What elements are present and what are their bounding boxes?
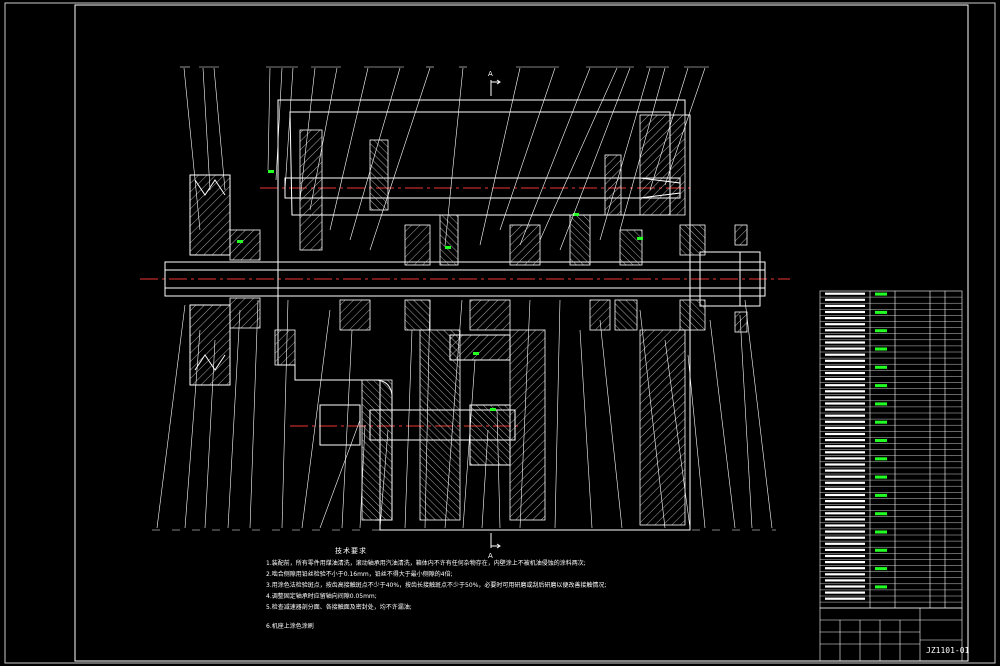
technical-requirements-title: 技术要求	[335, 547, 367, 555]
bom-name-mark	[825, 481, 865, 484]
bom-name-mark	[825, 445, 865, 448]
bom-name-mark	[825, 451, 865, 454]
bom-highlight-mark	[875, 475, 887, 479]
bom-name-mark	[825, 378, 865, 381]
bom-name-mark	[825, 487, 865, 490]
bom-highlight-mark	[875, 292, 887, 296]
bom-name-mark	[825, 335, 865, 338]
bom-name-mark	[825, 359, 865, 362]
bom-name-mark	[825, 463, 865, 466]
bom-name-mark	[825, 298, 865, 301]
bom-highlight-mark	[875, 585, 887, 589]
bom-highlight-mark	[875, 512, 887, 516]
bom-name-mark	[825, 579, 865, 582]
bom-name-mark	[825, 329, 865, 332]
bom-highlight-mark	[875, 384, 887, 388]
bom-name-mark	[825, 518, 865, 521]
bom-name-mark	[825, 475, 865, 478]
bom-name-mark	[825, 396, 865, 399]
bom-highlight-mark	[875, 530, 887, 534]
bom-name-mark	[825, 439, 865, 442]
bom-name-mark	[825, 493, 865, 497]
bom-name-mark	[825, 567, 865, 570]
bom-name-mark	[825, 317, 865, 320]
bom-name-mark	[825, 512, 865, 515]
bom-name-mark	[825, 597, 865, 600]
bom-highlight-mark	[875, 548, 887, 552]
bom-name-mark	[825, 341, 865, 344]
bom-highlight-mark	[875, 402, 887, 406]
bom-name-mark	[825, 365, 865, 368]
requirement-6: 6.机座上涂色涂刷	[266, 623, 314, 630]
section-marker-bottom	[490, 533, 501, 549]
bom-name-mark	[825, 500, 865, 503]
bom-highlight-mark	[875, 310, 887, 314]
bom-name-mark	[825, 426, 865, 429]
requirement-4: 4.调整固定轴承时应留轴向间隙0.05mm;	[266, 593, 377, 600]
bom-highlight-mark	[875, 439, 887, 442]
requirement-2: 2.啮合侧隙用铅丝检验不小于0.16mm，铅丝不得大于最小侧隙的4倍;	[266, 571, 453, 578]
bom-name-mark	[825, 304, 865, 307]
bom-name-mark	[825, 420, 865, 423]
bom-name-mark	[825, 353, 865, 356]
requirement-1: 1.装配前，所有零件用煤油清洗，滚动轴承用汽油清洗，箱体内不许有任何杂物存在，内…	[266, 560, 586, 567]
bom-name-mark	[825, 469, 865, 472]
bom-name-mark	[825, 323, 865, 326]
bom-name-mark	[825, 561, 865, 564]
bom-name-mark	[825, 310, 865, 314]
bom-name-mark	[825, 402, 865, 405]
bom-highlight-mark	[875, 347, 887, 351]
drawing-number: JZ1101-01	[926, 646, 970, 655]
requirement-3: 3.用涂色法检验斑点，按齿高接触斑点不少于40%，按齿长接触斑点不少于50%，必…	[266, 582, 606, 589]
bom-name-mark	[825, 542, 865, 545]
bom-name-mark	[825, 506, 865, 509]
bom-highlight-mark	[875, 365, 887, 369]
bom-name-mark	[825, 585, 865, 588]
bom-name-mark	[825, 554, 865, 558]
bom-name-mark	[825, 292, 865, 295]
bom-name-mark	[825, 347, 865, 350]
bom-highlight-mark	[875, 493, 887, 497]
section-marker-top	[490, 79, 501, 96]
left-pulley	[189, 174, 231, 386]
bom-name-mark	[825, 530, 865, 533]
technical-requirements: 1.装配前，所有零件用煤油清洗，滚动轴承用汽油清洗，箱体内不许有任何杂物存在，内…	[266, 558, 606, 632]
bom-name-mark	[825, 384, 865, 387]
bom-name-mark	[825, 432, 865, 436]
bom-name-mark	[825, 536, 865, 539]
bom-name-mark	[825, 524, 865, 527]
bom-name-mark	[825, 591, 865, 594]
bom-name-mark	[825, 414, 865, 417]
bom-cell-text	[825, 292, 887, 600]
bom-highlight-mark	[875, 329, 887, 333]
bom-highlight-mark	[875, 420, 887, 424]
requirement-5: 5.检查减速器剖分面、各接触面及密封处，均不许漏油;	[266, 604, 412, 611]
bom-name-mark	[825, 371, 865, 375]
bom-name-mark	[825, 390, 865, 393]
bom-highlight-mark	[875, 567, 887, 571]
bom-name-mark	[825, 457, 865, 460]
bom-name-mark	[825, 573, 865, 576]
bom-name-mark	[825, 408, 865, 411]
section-label-top: A	[488, 70, 493, 78]
bom-highlight-mark	[875, 457, 887, 461]
bom-name-mark	[825, 548, 865, 551]
lower-shaft	[319, 334, 516, 466]
